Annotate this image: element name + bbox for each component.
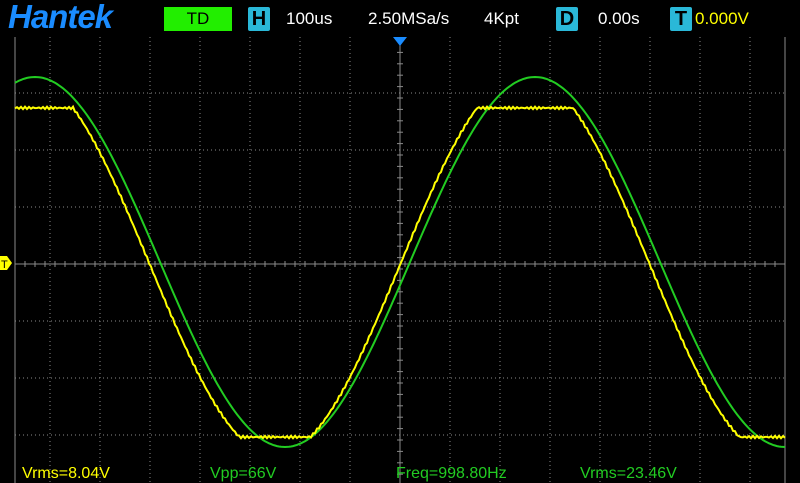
trigger-marker-label: T bbox=[1, 259, 8, 271]
measurement-vpp: Vpp=66V bbox=[210, 465, 277, 482]
graticule bbox=[14, 37, 786, 483]
trigger-level-marker[interactable]: T bbox=[0, 256, 12, 271]
measurement-ch1-vrms: Vrms=8.04V bbox=[22, 465, 110, 482]
measurement-ch2-vrms: Vrms=23.46V bbox=[580, 465, 677, 482]
trigger-position-icon[interactable] bbox=[393, 37, 407, 46]
measurement-freq: Freq=998.80Hz bbox=[396, 465, 507, 482]
waveform-display[interactable]: T bbox=[0, 0, 800, 483]
